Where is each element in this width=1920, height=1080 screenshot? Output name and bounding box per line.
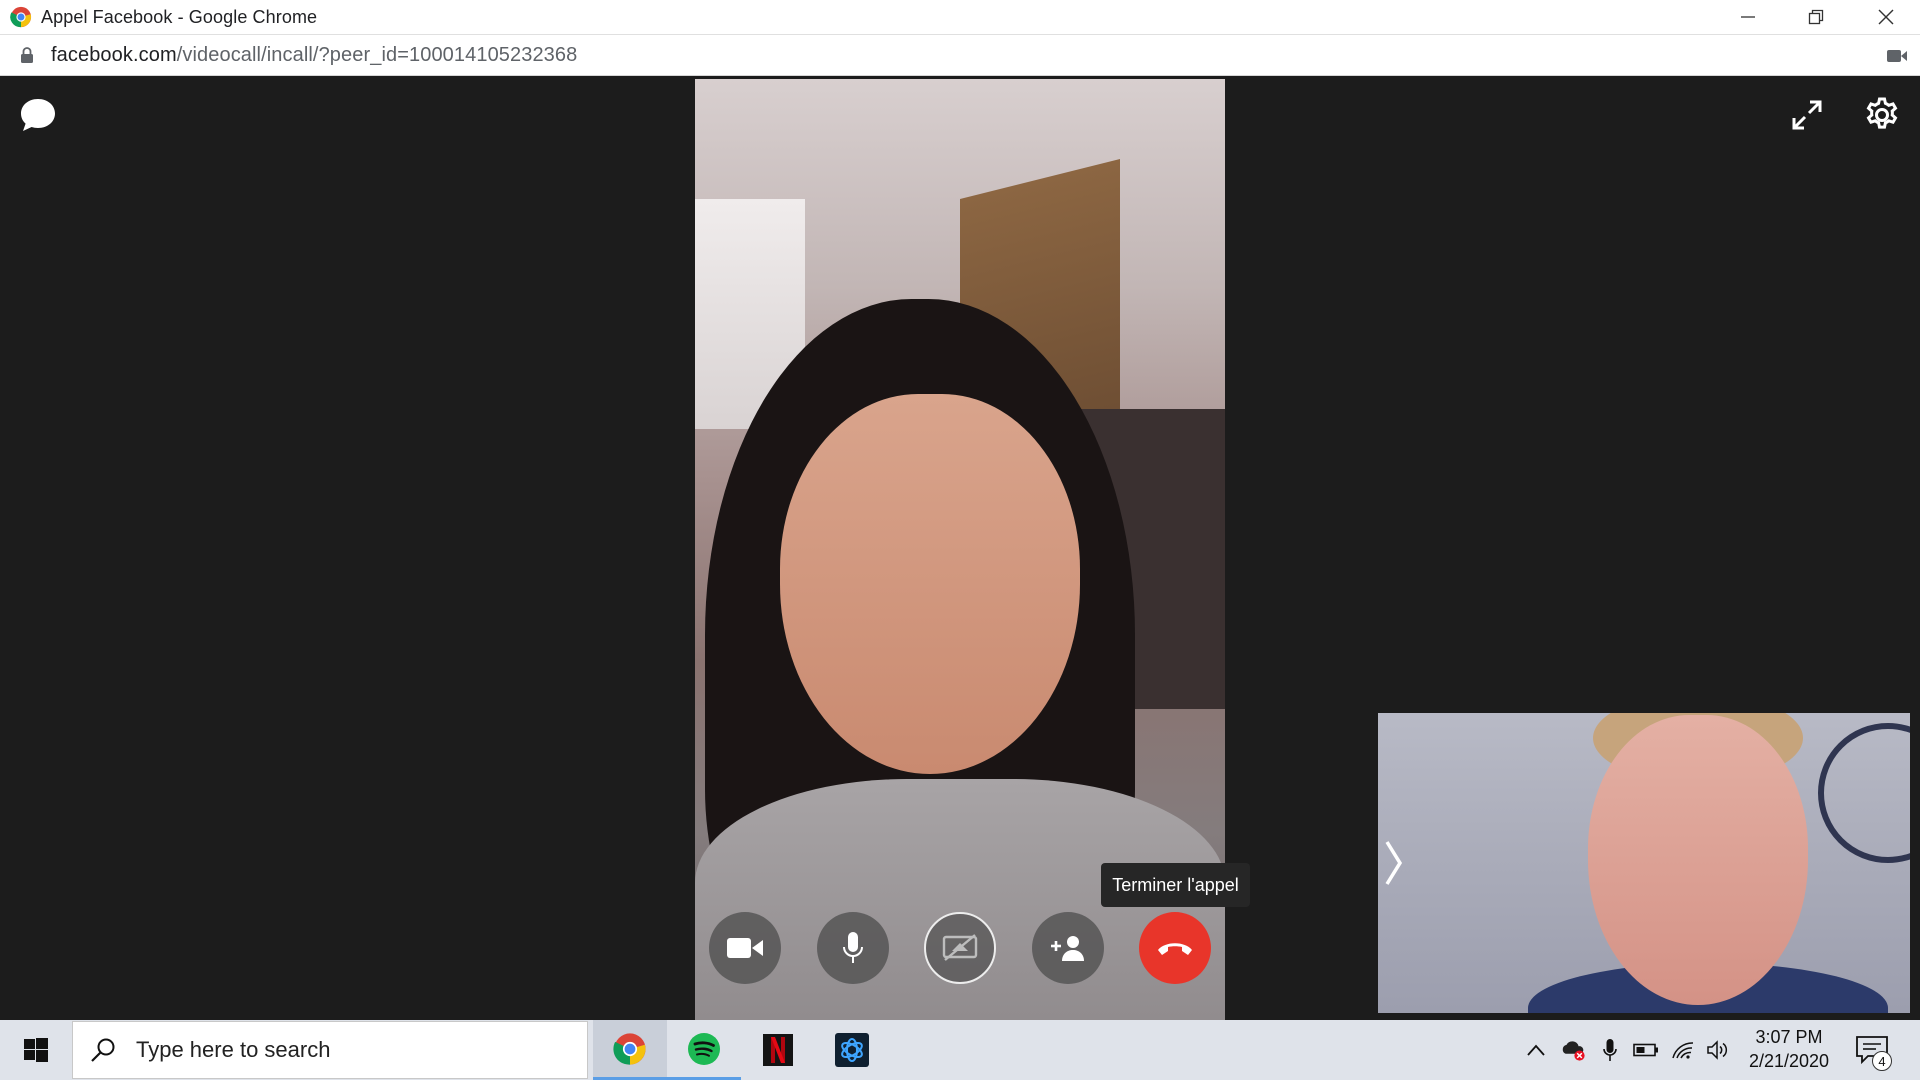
wifi-icon bbox=[1672, 1042, 1694, 1059]
restore-icon bbox=[1808, 9, 1824, 25]
video-participant bbox=[780, 394, 1080, 774]
close-icon bbox=[1878, 9, 1894, 25]
url-path: /videocall/incall/?peer_id=1000141052323… bbox=[176, 43, 578, 66]
end-call-button[interactable] bbox=[1139, 912, 1211, 984]
hang-up-icon bbox=[1158, 943, 1192, 955]
add-person-button[interactable] bbox=[1032, 912, 1104, 984]
window-titlebar: Appel Facebook - Google Chrome bbox=[0, 0, 1920, 34]
speaker-icon bbox=[1707, 1040, 1728, 1060]
end-call-tooltip: Terminer l'appel bbox=[1101, 863, 1250, 907]
window-title: Appel Facebook - Google Chrome bbox=[41, 6, 318, 27]
onedrive-status[interactable] bbox=[1560, 1037, 1586, 1063]
windows-logo-icon bbox=[24, 1038, 48, 1062]
screen-share-icon bbox=[942, 934, 978, 961]
screen-share-button[interactable] bbox=[924, 912, 996, 984]
search-placeholder: Type here to search bbox=[136, 1037, 331, 1062]
call-controls bbox=[695, 906, 1225, 986]
camera-toggle-button[interactable] bbox=[709, 912, 781, 984]
self-video-preview[interactable] bbox=[1378, 713, 1910, 1013]
spotify-app-icon bbox=[688, 1032, 720, 1065]
show-hidden-icons-button[interactable] bbox=[1523, 1037, 1549, 1063]
taskbar-search[interactable]: Type here to search bbox=[72, 1021, 588, 1079]
taskbar-chrome[interactable] bbox=[593, 1020, 667, 1080]
netflix-app-icon bbox=[763, 1034, 793, 1066]
close-button[interactable] bbox=[1852, 0, 1920, 34]
volume-control[interactable] bbox=[1705, 1037, 1731, 1063]
microphone-icon bbox=[843, 932, 863, 963]
chevron-up-icon bbox=[1527, 1044, 1545, 1056]
taskbar-battlenet[interactable] bbox=[815, 1020, 889, 1080]
minimize-icon bbox=[1741, 16, 1755, 18]
minimize-button[interactable] bbox=[1714, 0, 1782, 34]
add-person-icon bbox=[1051, 936, 1084, 961]
start-button[interactable] bbox=[0, 1020, 72, 1080]
collapse-self-view-icon[interactable] bbox=[1380, 838, 1406, 888]
fullscreen-icon[interactable] bbox=[1790, 98, 1824, 132]
lock-icon bbox=[21, 47, 33, 63]
address-bar[interactable]: facebook.com/videocall/incall/?peer_id=1… bbox=[0, 34, 1920, 76]
video-background bbox=[1818, 723, 1910, 863]
taskbar-netflix[interactable] bbox=[741, 1020, 815, 1080]
microphone-in-use[interactable] bbox=[1597, 1037, 1623, 1063]
url-host: facebook.com bbox=[51, 43, 177, 66]
battery-icon bbox=[1633, 1043, 1658, 1057]
wifi-status[interactable] bbox=[1670, 1037, 1696, 1063]
camera-in-use-icon[interactable] bbox=[1886, 48, 1908, 64]
clock-time: 3:07 PM bbox=[1755, 1027, 1823, 1047]
clock-date: 2/21/2020 bbox=[1748, 1051, 1830, 1071]
taskbar-spotify[interactable] bbox=[667, 1020, 741, 1080]
restore-button[interactable] bbox=[1782, 0, 1850, 34]
url-text[interactable]: facebook.com/videocall/incall/?peer_id=1… bbox=[51, 44, 577, 67]
chrome-app-icon bbox=[613, 1032, 646, 1065]
microphone-toggle-button[interactable] bbox=[817, 912, 889, 984]
cloud-error-icon bbox=[1562, 1041, 1585, 1061]
notification-count-badge: 4 bbox=[1872, 1051, 1892, 1071]
windows-taskbar: Type here to search 3:07 PM 2/21/2020 4 bbox=[0, 1020, 1920, 1080]
chat-bubble-icon[interactable] bbox=[18, 96, 58, 134]
chrome-logo-icon bbox=[10, 6, 32, 28]
search-icon bbox=[91, 1038, 115, 1062]
microphone-tray-icon bbox=[1603, 1039, 1617, 1061]
battery-status[interactable] bbox=[1633, 1037, 1659, 1063]
video-participant bbox=[1588, 715, 1808, 1005]
gear-icon[interactable] bbox=[1863, 96, 1901, 134]
video-camera-icon bbox=[727, 938, 763, 958]
battlenet-app-icon bbox=[835, 1033, 869, 1067]
taskbar-clock[interactable]: 3:07 PM 2/21/2020 bbox=[1734, 1025, 1844, 1073]
